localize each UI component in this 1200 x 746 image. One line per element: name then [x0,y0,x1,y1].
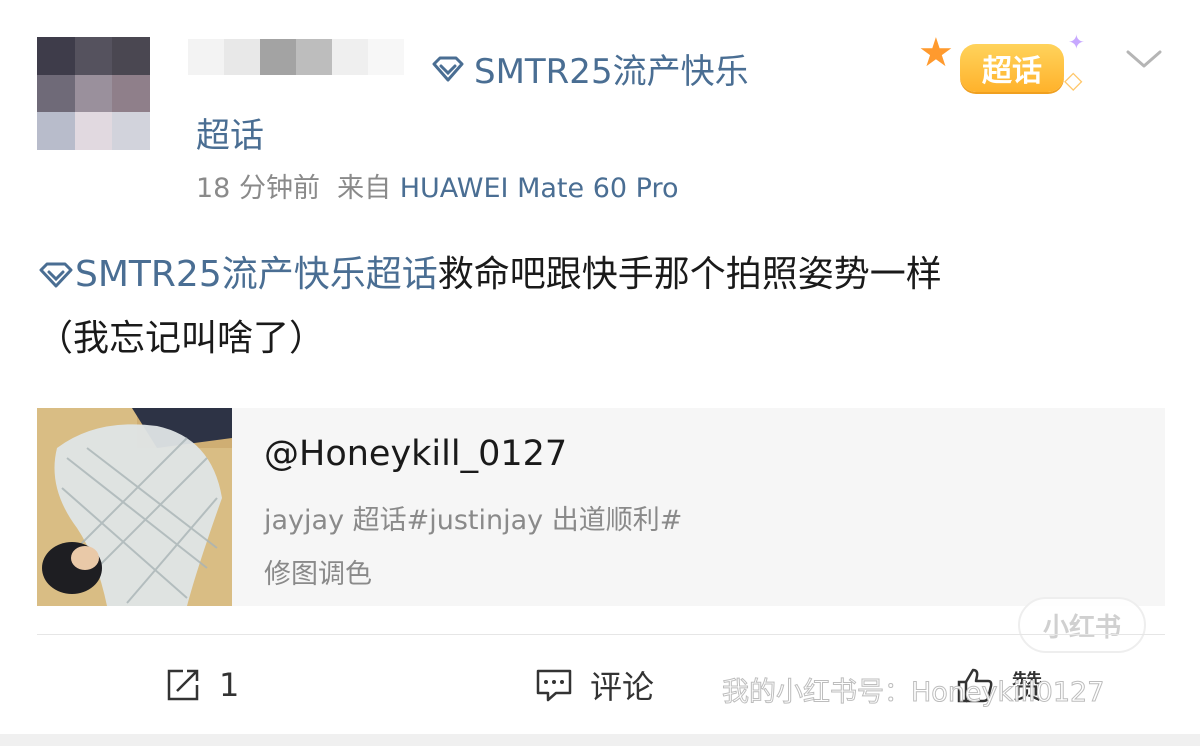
comment-label: 评论 [590,668,655,706]
device-link[interactable]: HUAWEI Mate 60 Pro [400,173,679,204]
comment-icon [536,669,572,702]
topic-title-continued[interactable]: 超话 [196,108,264,157]
post-meta: 18 分钟前 来自 HUAWEI Mate 60 Pro [196,166,678,205]
repost-icon [167,669,199,701]
weibo-post: SMTR25流产快乐 超话 ★ 超话 ✦ ◇ 18 分钟前 来自 HUAWEI … [0,0,1200,746]
repost-count: 1 [219,666,240,704]
card-thumbnail [37,408,232,606]
badge-label: 超话 [960,44,1064,92]
chevron-down-icon[interactable] [1124,44,1164,74]
content-text-2: （我忘记叫啥了） [37,318,326,359]
sparkle-icon: ✦ [1068,30,1085,54]
post-content: SMTR25流产快乐超话救命吧跟快手那个拍照姿势一样 （我忘记叫啥了） [37,243,1177,371]
repost-button[interactable]: 1 [163,660,239,710]
gem-icon: ◇ [1064,66,1083,94]
thumbnail-photo [37,408,232,606]
content-topic-text[interactable]: SMTR25流产快乐超话 [75,254,438,295]
from-label: 来自 [337,173,392,204]
star-icon: ★ [918,30,954,76]
username-blurred[interactable] [188,38,404,76]
topic-title[interactable]: SMTR25流产快乐 [474,44,749,93]
bottom-separator [0,734,1200,746]
watermark-text: 我的小红书号：Honeykill0127 [721,677,1105,709]
diamond-icon [432,56,464,81]
divider [37,634,1165,635]
linked-post-card[interactable]: @Honeykill_0127 jayjay 超话#justinjay 出道顺利… [37,408,1165,606]
card-description: jayjay 超话#justinjay 出道顺利# [264,505,683,536]
content-topic-link[interactable]: SMTR25流产快乐超话 [37,254,438,295]
diamond-icon [39,262,73,288]
card-description-2: 修图调色 [264,559,372,590]
comment-button[interactable]: 评论 [534,660,654,710]
card-title[interactable]: @Honeykill_0127 [264,434,567,474]
time-ago: 18 分钟前 [196,173,320,204]
topic-link[interactable]: SMTR25流产快乐 [430,44,749,93]
content-text: 救命吧跟快手那个拍照姿势一样 [437,254,942,295]
avatar[interactable] [37,37,150,150]
watermark-logo: 小红书 [1018,597,1146,653]
chaohua-badge[interactable]: ★ 超话 ✦ ◇ [918,30,1098,100]
